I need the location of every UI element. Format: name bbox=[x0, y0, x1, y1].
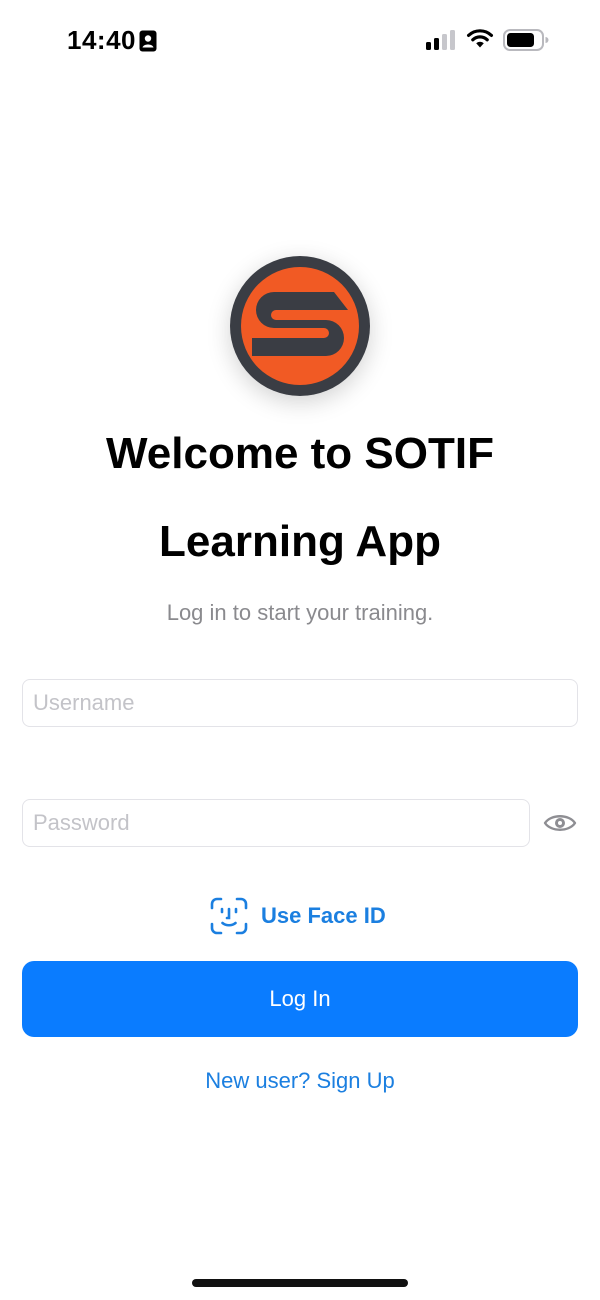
log-in-button[interactable]: Log In bbox=[22, 961, 578, 1037]
use-face-id-label: Use Face ID bbox=[261, 903, 386, 928]
welcome-title-line-2: Learning App bbox=[159, 517, 441, 566]
welcome-title-line-1: Welcome to SOTIF bbox=[106, 429, 494, 478]
eye-icon bbox=[543, 815, 577, 831]
wifi-icon bbox=[467, 29, 493, 48]
sign-up-link[interactable]: New user? Sign Up bbox=[0, 1067, 600, 1095]
status-time: 14:40 bbox=[67, 25, 136, 55]
signal-icon bbox=[426, 30, 455, 50]
app-logo bbox=[230, 256, 370, 396]
use-face-id-button[interactable]: Use Face ID bbox=[210, 896, 386, 936]
welcome-subtitle: Log in to start your training. bbox=[166, 600, 434, 625]
contact-card-icon bbox=[139, 30, 157, 52]
show-password-button[interactable] bbox=[540, 806, 580, 840]
sotif-logo-icon bbox=[230, 256, 370, 396]
battery-icon bbox=[503, 29, 549, 51]
password-input[interactable] bbox=[22, 799, 530, 847]
face-id-icon bbox=[210, 897, 248, 935]
username-input[interactable] bbox=[22, 679, 578, 727]
home-indicator[interactable] bbox=[192, 1279, 408, 1287]
